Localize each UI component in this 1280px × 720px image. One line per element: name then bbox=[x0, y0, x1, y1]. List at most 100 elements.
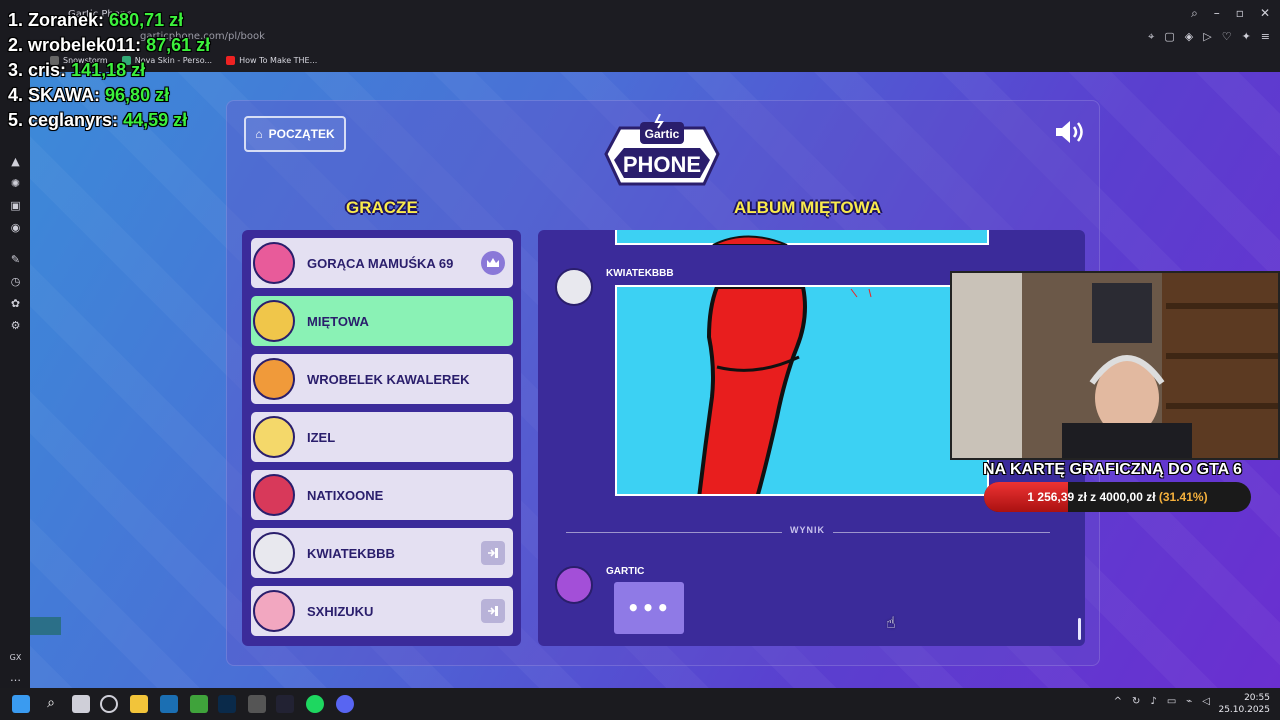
messenger-icon[interactable]: ◉ bbox=[9, 221, 22, 234]
opera-icon[interactable] bbox=[100, 695, 118, 713]
minimize-button[interactable]: – bbox=[1214, 6, 1220, 21]
result-author: GARTIC bbox=[606, 566, 645, 577]
result-label: WYNIK bbox=[782, 525, 833, 535]
home-button[interactable]: ⌂ POCZĄTEK bbox=[244, 116, 346, 152]
player-row[interactable]: MIĘTOWA bbox=[251, 296, 513, 346]
donor-name: 4. SKAWA: bbox=[8, 85, 101, 105]
avatar bbox=[253, 416, 295, 458]
extension-icon[interactable]: ✿ bbox=[9, 297, 22, 310]
donor-amount: 141,18 zł bbox=[71, 60, 146, 80]
close-button[interactable]: ✕ bbox=[1260, 6, 1270, 21]
gartic-phone-logo: Gartic PHONE bbox=[604, 114, 720, 186]
search-icon[interactable]: ⌕ bbox=[1191, 6, 1198, 21]
exit-icon bbox=[481, 541, 505, 565]
clock-icon[interactable]: ◷ bbox=[9, 275, 22, 288]
youtube-icon bbox=[226, 55, 236, 65]
volume-icon[interactable]: ◁ bbox=[1202, 696, 1210, 707]
player-name: SXHIZUKU bbox=[307, 603, 374, 619]
folder-icon[interactable] bbox=[130, 695, 148, 713]
shield-icon[interactable]: ◈ bbox=[1185, 30, 1193, 44]
minecraft-icon[interactable] bbox=[190, 695, 208, 713]
spotify-icon[interactable] bbox=[306, 695, 324, 713]
play-icon[interactable]: ▷ bbox=[1203, 30, 1211, 44]
twitch-icon[interactable]: ▣ bbox=[9, 199, 22, 212]
drawer-avatar bbox=[555, 268, 593, 306]
start-icon[interactable] bbox=[12, 695, 30, 713]
player-name: WROBELEK KAWALEREK bbox=[307, 371, 470, 387]
player-row[interactable]: WROBELEK KAWALEREK bbox=[251, 354, 513, 404]
obs-icon[interactable] bbox=[248, 695, 266, 713]
typing-indicator: ••• bbox=[614, 582, 684, 634]
photoshop-icon[interactable] bbox=[218, 695, 236, 713]
goal-progress-bar: 1 256,39 zł z 4000,00 zł (31.41%) bbox=[984, 482, 1251, 512]
goal-raised: 1 256,39 zł bbox=[1027, 490, 1087, 504]
discord-icon[interactable] bbox=[336, 695, 354, 713]
players-title: GRACZE bbox=[346, 198, 418, 217]
gx-icon[interactable]: GX bbox=[9, 651, 22, 664]
display-icon[interactable]: ▭ bbox=[1167, 696, 1176, 707]
home-icon: ⌂ bbox=[255, 127, 263, 141]
maximize-button[interactable]: ▫ bbox=[1236, 6, 1244, 21]
previous-drawing bbox=[615, 230, 989, 246]
mic-icon[interactable]: ♪ bbox=[1150, 696, 1156, 707]
task-view-icon[interactable] bbox=[72, 695, 90, 713]
aria-icon[interactable]: ▲ bbox=[9, 155, 22, 168]
donation-leaderboard: 1. Zoranek: 680,71 zł 2. wrobelek011: 87… bbox=[8, 8, 210, 133]
players-list: GORĄCA MAMUŚKA 69 MIĘTOWA WROBELEK KAWAL… bbox=[242, 230, 521, 646]
home-button-label: POCZĄTEK bbox=[268, 127, 335, 141]
extension-icons: ⌖ ▢ ◈ ▷ ♡ ✦ ≡ bbox=[1148, 30, 1270, 44]
leaderboard-row: 1. Zoranek: 680,71 zł bbox=[8, 8, 210, 33]
player-row[interactable]: NATIXOONE bbox=[251, 470, 513, 520]
leaderboard-row: 5. ceglanyrs: 44,59 zł bbox=[8, 108, 210, 133]
donor-amount: 96,80 zł bbox=[105, 85, 170, 105]
sync-icon[interactable]: ↻ bbox=[1132, 696, 1140, 707]
avatar bbox=[253, 474, 295, 516]
brush-icon[interactable]: ✎ bbox=[9, 253, 22, 266]
donor-name: 3. cris: bbox=[8, 60, 67, 80]
address-bar[interactable]: garticphone.com/pl/book bbox=[30, 28, 1280, 50]
chatgpt-icon[interactable]: ✺ bbox=[9, 177, 22, 190]
donor-amount: 44,59 zł bbox=[123, 110, 188, 130]
clock[interactable]: 20:55 25.10.2025 bbox=[1218, 692, 1270, 716]
goal-percent: (31.41%) bbox=[1158, 490, 1208, 504]
exit-icon bbox=[481, 599, 505, 623]
more-icon[interactable]: … bbox=[9, 671, 22, 684]
goal-separator: z bbox=[1090, 490, 1097, 504]
search-icon[interactable]: ⌕ bbox=[42, 695, 60, 713]
leaderboard-row: 4. SKAWA: 96,80 zł bbox=[8, 83, 210, 108]
bookmark-label: How To Make THE... bbox=[239, 55, 318, 65]
sound-icon[interactable] bbox=[1054, 118, 1088, 146]
drawer-name: KWIATEKBBB bbox=[606, 268, 674, 279]
hand-cursor-icon: ☝ bbox=[886, 613, 896, 632]
player-row[interactable]: GORĄCA MAMUŚKA 69 bbox=[251, 238, 513, 288]
goal-progress-text: 1 256,39 zł z 4000,00 zł (31.41%) bbox=[984, 482, 1251, 512]
system-tray: ^ ↻ ♪ ▭ ⌁ ◁ bbox=[1114, 696, 1210, 707]
player-row[interactable]: KWIATEKBBB bbox=[251, 528, 513, 578]
player-row[interactable]: IZEL bbox=[251, 412, 513, 462]
clock-date: 25.10.2025 bbox=[1218, 705, 1270, 715]
heart-icon[interactable]: ♡ bbox=[1222, 30, 1232, 44]
player-row[interactable]: SXHIZUKU bbox=[251, 586, 513, 636]
clock-time: 20:55 bbox=[1244, 693, 1270, 703]
app-icon[interactable] bbox=[276, 695, 294, 713]
settings-icon[interactable]: ⚙ bbox=[9, 319, 22, 332]
donor-name: 5. ceglanyrs: bbox=[8, 110, 119, 130]
window-controls: ⌕ – ▫ ✕ bbox=[1191, 6, 1270, 21]
album-scrollbar[interactable] bbox=[1078, 618, 1081, 640]
crown-icon bbox=[481, 251, 505, 275]
avatar bbox=[253, 590, 295, 632]
avatar bbox=[253, 300, 295, 342]
chevron-up-icon[interactable]: ^ bbox=[1114, 696, 1122, 707]
puzzle-icon[interactable]: ✦ bbox=[1242, 30, 1251, 44]
player-name: IZEL bbox=[307, 429, 336, 445]
player-name: NATIXOONE bbox=[307, 487, 384, 503]
network-icon[interactable]: ⌁ bbox=[1186, 696, 1192, 707]
taskbar: ⌕ ^ ↻ ♪ ▭ ⌁ ◁ 20:55 25.10.2025 bbox=[0, 688, 1280, 720]
bookmark-youtube[interactable]: How To Make THE... bbox=[226, 50, 317, 70]
menu-icon[interactable]: ≡ bbox=[1261, 30, 1270, 44]
steam-icon[interactable] bbox=[160, 695, 178, 713]
typing-dots: ••• bbox=[626, 596, 672, 620]
screenshot-icon[interactable]: ▢ bbox=[1164, 30, 1174, 44]
avatar bbox=[253, 532, 295, 574]
pin-icon[interactable]: ⌖ bbox=[1148, 30, 1154, 44]
